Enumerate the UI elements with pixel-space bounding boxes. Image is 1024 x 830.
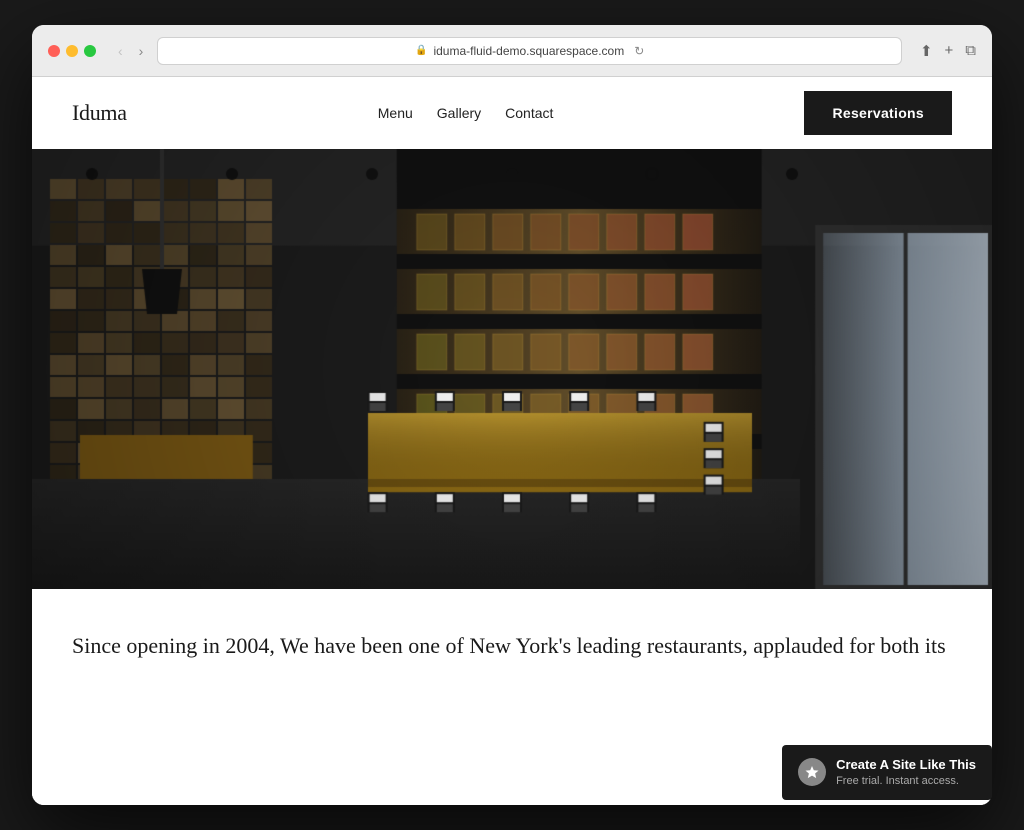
back-button[interactable]: ‹ xyxy=(114,39,127,63)
forward-button[interactable]: › xyxy=(135,39,148,63)
site-nav-links: Menu Gallery Contact xyxy=(378,105,554,121)
browser-actions: ⬆ + ⧉ xyxy=(920,42,976,60)
minimize-button[interactable] xyxy=(66,45,78,57)
nav-link-menu[interactable]: Menu xyxy=(378,105,413,121)
ss-badge-icon xyxy=(798,758,826,786)
url-text: iduma-fluid-demo.squarespace.com xyxy=(433,44,624,58)
hero-image xyxy=(32,149,992,589)
ss-badge-title: Create A Site Like This xyxy=(836,757,976,774)
browser-chrome: ‹ › 🔒 iduma-fluid-demo.squarespace.com ↻… xyxy=(32,25,992,77)
traffic-lights xyxy=(48,45,96,57)
ss-badge[interactable]: Create A Site Like This Free trial. Inst… xyxy=(782,745,992,800)
nav-link-gallery[interactable]: Gallery xyxy=(437,105,481,121)
reload-icon: ↻ xyxy=(634,44,644,58)
tabs-button[interactable]: ⧉ xyxy=(965,42,976,60)
address-bar[interactable]: 🔒 iduma-fluid-demo.squarespace.com ↻ xyxy=(157,37,902,65)
maximize-button[interactable] xyxy=(84,45,96,57)
site-nav: Iduma Menu Gallery Contact Reservations xyxy=(32,77,992,149)
ss-badge-subtitle: Free trial. Instant access. xyxy=(836,774,976,788)
nav-link-contact[interactable]: Contact xyxy=(505,105,553,121)
site-logo: Iduma xyxy=(72,100,127,126)
website-content: Iduma Menu Gallery Contact Reservations … xyxy=(32,77,992,805)
browser-window: ‹ › 🔒 iduma-fluid-demo.squarespace.com ↻… xyxy=(32,25,992,805)
new-tab-button[interactable]: + xyxy=(945,42,954,60)
hero-canvas xyxy=(32,149,992,589)
ss-badge-text: Create A Site Like This Free trial. Inst… xyxy=(836,757,976,788)
close-button[interactable] xyxy=(48,45,60,57)
reservations-button[interactable]: Reservations xyxy=(804,91,952,135)
lock-icon: 🔒 xyxy=(415,45,427,56)
browser-controls: ‹ › xyxy=(114,39,147,63)
body-text: Since opening in 2004, We have been one … xyxy=(72,629,952,662)
share-button[interactable]: ⬆ xyxy=(920,42,933,60)
